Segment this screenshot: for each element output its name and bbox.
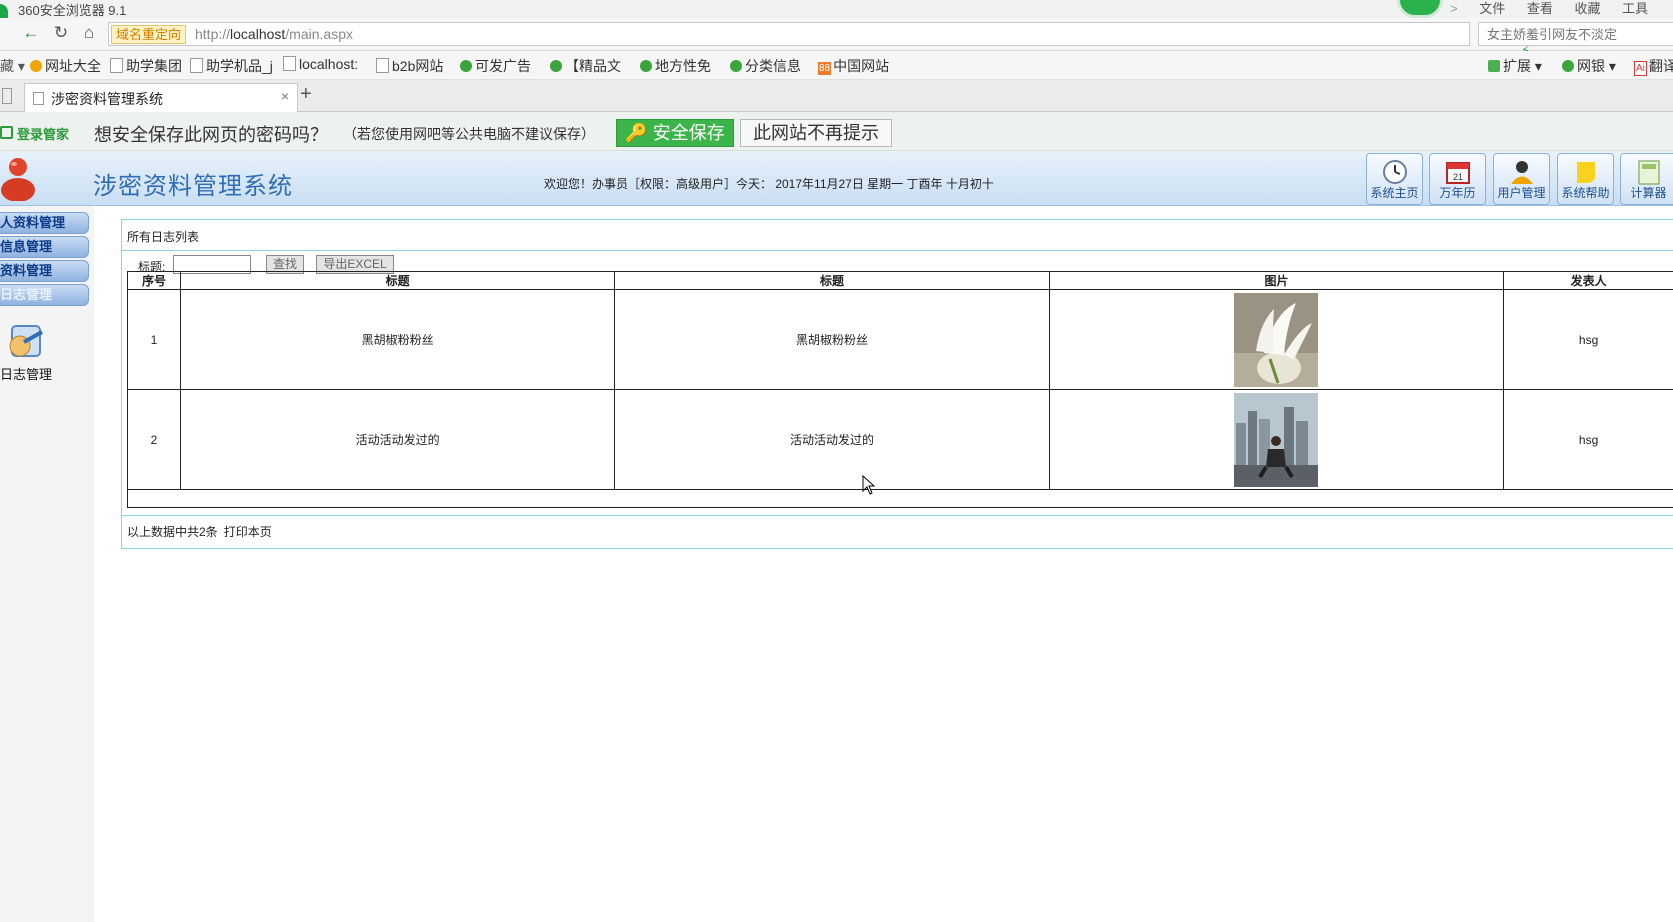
calendar-button[interactable]: 21 万年历 <box>1429 153 1486 205</box>
log-management-icon[interactable] <box>4 322 46 362</box>
calendar-icon: 21 <box>1445 162 1470 184</box>
url-text[interactable]: http://localhost/main.aspx <box>195 25 353 43</box>
panel-title: 所有日志列表 <box>127 230 200 244</box>
log-list-panel: 所有日志列表 标题: 查找 导出EXCEL 序号 标题 标题 图片 发表人 1 … <box>121 219 1673 549</box>
left-sidebar: 人资料管理 信息管理 资料管理 日志管理 日志管理 <box>0 206 94 922</box>
home-icon[interactable]: ⌂ <box>80 24 98 42</box>
translate-button[interactable]: Ai 翻译 <box>1634 56 1673 76</box>
browser-search-input[interactable] <box>1485 23 1669 45</box>
bookmark-item[interactable]: 88 中国网站 <box>818 56 889 76</box>
column-header-title: 标题 <box>179 271 616 290</box>
row-index: 1 <box>127 289 181 390</box>
menu-file[interactable]: 文件 <box>1479 1 1505 16</box>
help-note-icon <box>1576 162 1595 183</box>
browser-badge-icon[interactable] <box>1397 0 1443 18</box>
online-banking-button[interactable]: 网银 ▾ <box>1562 56 1616 76</box>
menu-favorites[interactable]: 收藏 <box>1575 1 1601 16</box>
extensions-button[interactable]: 扩展 ▾ <box>1488 56 1542 76</box>
row-image-cell <box>1048 289 1505 390</box>
bookmark-item[interactable]: 网址大全 <box>30 56 101 76</box>
row-title-2: 黑胡椒粉粉丝 <box>614 289 1050 390</box>
column-header-image: 图片 <box>1048 271 1505 290</box>
clock-icon <box>1382 160 1407 184</box>
browser-search-box[interactable] <box>1478 22 1673 46</box>
menu-view[interactable]: 查看 <box>1527 1 1553 16</box>
row-image-cell <box>1048 389 1505 490</box>
save-password-button[interactable]: 🔑 安全保存 <box>616 119 734 147</box>
table-header-row: 序号 标题 标题 图片 发表人 <box>127 271 1673 290</box>
browser-app-title: 360安全浏览器 9.1 <box>18 3 127 18</box>
sidebar-item-personal-info[interactable]: 人资料管理 <box>0 212 89 234</box>
password-question: 想安全保存此网页的密码吗？ <box>94 125 328 145</box>
browser-titlebar: 360安全浏览器 9.1 > 文件 查看 收藏 工具 帮助 <box>0 0 1673 35</box>
row-title: 黑胡椒粉粉丝 <box>179 289 616 390</box>
bookmark-item[interactable]: 助学集团 <box>110 56 182 76</box>
user-icon <box>1510 161 1533 184</box>
tab-bar: 涉密资料管理系统 × + <box>0 80 1673 112</box>
sidebar-toggle-icon[interactable] <box>2 88 12 104</box>
bookmarks-dropdown-icon[interactable]: 藏 ▾ <box>0 56 25 76</box>
record-count: 以上数据中共2条 打印本页 <box>127 525 272 539</box>
site-header: 涉密资料管理系统 欢迎您！办事员［权限：高级用户］今天： 2017年11月27日… <box>0 151 1673 206</box>
url-bar[interactable]: 域名重定向 http://localhost/main.aspx ⟳ ⚡ ⌄ <box>108 22 1532 74</box>
bookmarks-bar: 藏 ▾ 网址大全 助学集团 助学机品_j localhost: b2b网站 可发… <box>0 51 1673 80</box>
bookmark-item[interactable]: 助学机品_j <box>190 56 273 76</box>
bookmark-item[interactable]: 【精品文 <box>550 56 621 76</box>
site-title: 涉密资料管理系统 <box>93 172 293 200</box>
password-note: （若您使用网吧等公共电脑不建议保存） <box>343 126 595 142</box>
login-manager-logo: 登录管家 <box>0 124 69 143</box>
new-tab-button[interactable]: + <box>300 83 312 106</box>
mouse-cursor-icon <box>862 475 876 495</box>
user-logo-icon <box>1 158 35 201</box>
key-icon: 🔑 <box>625 123 648 143</box>
svg-text:21: 21 <box>1452 172 1462 182</box>
row-title: 活动活动发过的 <box>179 389 616 490</box>
table-row-empty <box>127 489 1673 508</box>
print-page-link[interactable]: 打印本页 <box>224 525 272 539</box>
log-management-label[interactable]: 日志管理 <box>0 364 52 383</box>
column-header-title-2: 标题 <box>614 271 1050 290</box>
user-management-button[interactable]: 用户管理 <box>1493 153 1550 205</box>
table-row[interactable]: 2 活动活动发过的 活动活动发过的 hsg <box>127 389 1673 490</box>
row-author: hsg <box>1503 289 1673 390</box>
panel-footer: 以上数据中共2条 打印本页 <box>122 515 1673 549</box>
back-arrow-icon[interactable]: ← <box>22 24 40 42</box>
sidebar-item-info[interactable]: 信息管理 <box>0 236 89 258</box>
empty-cell <box>127 489 1673 508</box>
log-table: 序号 标题 标题 图片 发表人 1 黑胡椒粉粉丝 黑胡椒粉粉丝 hsg 2 活动… <box>127 271 1673 508</box>
column-header-index: 序号 <box>127 271 181 290</box>
bookmark-item[interactable]: 地方性免 <box>640 56 711 76</box>
bookmark-item[interactable]: b2b网站 <box>376 56 443 76</box>
redirect-badge: 域名重定向 <box>111 25 187 44</box>
panel-title-row: 所有日志列表 <box>122 220 1673 251</box>
password-save-bar: 登录管家 想安全保存此网页的密码吗？ （若您使用网吧等公共电脑不建议保存） 🔑 … <box>0 112 1673 151</box>
page-icon <box>33 92 44 105</box>
never-prompt-button[interactable]: 此网站不再提示 <box>740 119 892 147</box>
home-page-button[interactable]: 系统主页 <box>1366 153 1423 205</box>
calculator-icon <box>1638 160 1659 185</box>
row-index: 2 <box>127 389 181 490</box>
bookmark-item[interactable]: 分类信息 <box>730 56 801 76</box>
column-header-author: 发表人 <box>1503 271 1673 290</box>
calculator-button[interactable]: 计算器 <box>1620 153 1673 205</box>
sidebar-item-documents[interactable]: 资料管理 <box>0 260 89 282</box>
address-row: ← ↻ ⌂ 域名重定向 http://localhost/main.aspx ⟳… <box>0 18 1673 74</box>
tab-active[interactable]: 涉密资料管理系统 × <box>24 83 298 112</box>
menu-tools[interactable]: 工具 <box>1622 1 1648 16</box>
sidebar-item-logs[interactable]: 日志管理 <box>0 284 89 306</box>
row-title-2: 活动活动发过的 <box>614 389 1050 490</box>
welcome-message: 欢迎您！办事员［权限：高级用户］今天： 2017年11月27日 星期一 丁酉年 … <box>544 177 994 191</box>
bookmark-item[interactable]: localhost: <box>283 56 358 72</box>
refresh-icon[interactable]: ↻ <box>52 24 70 42</box>
table-row[interactable]: 1 黑胡椒粉粉丝 黑胡椒粉粉丝 hsg <box>127 289 1673 390</box>
calla-lily-image[interactable] <box>1234 292 1319 387</box>
city-skyline-person-image[interactable] <box>1234 392 1319 487</box>
system-help-button[interactable]: 系统帮助 <box>1557 153 1614 205</box>
row-author: hsg <box>1503 389 1673 490</box>
bookmark-item[interactable]: 可发广告 <box>460 56 531 76</box>
tab-close-icon[interactable]: × <box>281 88 289 104</box>
tab-label: 涉密资料管理系统 <box>51 91 163 107</box>
